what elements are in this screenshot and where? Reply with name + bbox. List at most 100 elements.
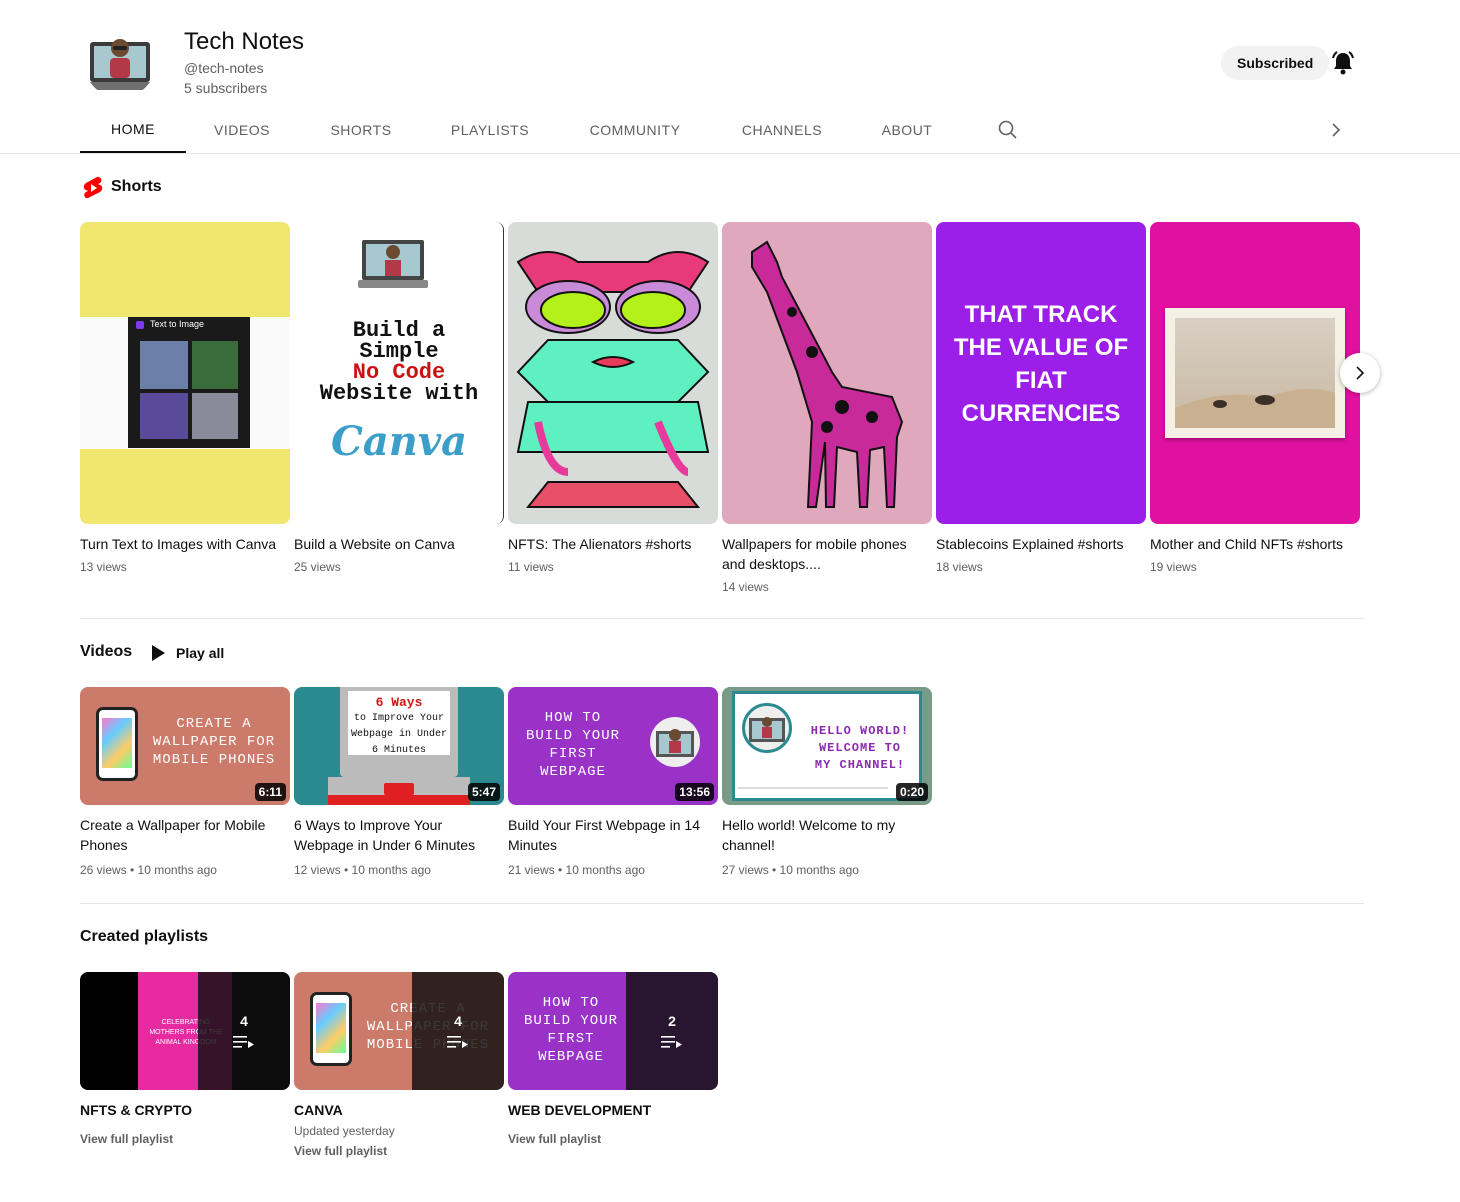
tab-community[interactable]: COMMUNITY [580, 106, 690, 154]
short-card[interactable]: Wallpapers for mobile phones and desktop… [722, 222, 932, 596]
playlist-title[interactable]: NFTS & CRYPTO [80, 1100, 290, 1120]
video-title[interactable]: 6 Ways to Improve Your Webpage in Under … [294, 815, 504, 855]
short-card[interactable]: THAT TRACK THE VALUE OF FIAT CURRENCIES … [936, 222, 1146, 576]
tab-shorts[interactable]: SHORTS [320, 106, 402, 154]
video-thumb-line: WEBPAGE [540, 764, 606, 780]
video-card[interactable]: CREATE A WALLPAPER FOR MOBILE PHONES 6:1… [80, 687, 290, 879]
tab-videos[interactable]: VIDEOS [200, 106, 284, 154]
playlist-count: 2 [668, 1013, 676, 1029]
video-meta: 26 views • 10 months ago [80, 863, 217, 877]
view-full-playlist-link[interactable]: View full playlist [80, 1132, 290, 1146]
playlist-card[interactable]: CELEBRATING MOTHERS FROM THE ANIMAL KING… [80, 972, 290, 1146]
shorts-next-button[interactable] [1340, 353, 1380, 393]
play-all-button[interactable]: Play all [150, 642, 224, 664]
short-title[interactable]: Stablecoins Explained #shorts [936, 534, 1146, 554]
videos-heading[interactable]: Videos [80, 643, 132, 661]
video-thumbnail[interactable]: 6 Ways to Improve Your Webpage in Under … [294, 687, 504, 805]
short-thumb-line: CURRENCIES [961, 400, 1121, 427]
short-card[interactable]: Build a Simple No Code Website with Canv… [294, 222, 504, 576]
subscribed-button[interactable]: Subscribed [1221, 46, 1330, 80]
short-title[interactable]: Build a Website on Canva [294, 534, 504, 554]
playlist-card[interactable]: CREATE A WALLPAPER FOR MOBILE PHONES 4 C… [294, 972, 504, 1158]
video-thumb-line: HOW TO [544, 710, 602, 726]
video-meta: 12 views • 10 months ago [294, 863, 431, 877]
video-card[interactable]: HOW TO BUILD YOUR FIRST WEBPAGE 13:56 Bu… [508, 687, 718, 879]
video-title[interactable]: Hello world! Welcome to my channel! [722, 815, 932, 855]
view-full-playlist-link[interactable]: View full playlist [508, 1132, 718, 1146]
video-duration: 6:11 [254, 783, 286, 801]
video-thumb-line: MOBILE PHONES [152, 752, 276, 768]
search-icon[interactable] [996, 118, 1020, 142]
playlist-thumbnail[interactable]: HOW TO BUILD YOUR FIRST WEBPAGE 2 [508, 972, 718, 1090]
playlist-count-overlay: 4 [198, 972, 290, 1090]
video-thumb-line: WELCOME TO [818, 741, 901, 755]
tab-channels[interactable]: CHANNELS [732, 106, 832, 154]
tab-home[interactable]: HOME [80, 106, 186, 154]
playlist-count: 4 [454, 1013, 462, 1029]
short-thumbnail[interactable] [722, 222, 932, 524]
alienator-art [516, 251, 710, 508]
video-thumbnail[interactable]: HOW TO BUILD YOUR FIRST WEBPAGE 13:56 [508, 687, 718, 805]
tabs-divider [0, 153, 1460, 154]
short-thumb-line: THAT TRACK [964, 301, 1118, 328]
short-thumbnail[interactable]: Build a Simple No Code Website with Canv… [294, 222, 504, 524]
video-meta: 21 views • 10 months ago [508, 863, 645, 877]
short-thumb-line: Website with [319, 381, 479, 406]
short-title[interactable]: Turn Text to Images with Canva [80, 534, 290, 554]
short-thumbnail[interactable] [508, 222, 718, 524]
short-thumb-line: FIAT [1015, 367, 1067, 394]
tab-playlists[interactable]: PLAYLISTS [440, 106, 540, 154]
short-card[interactable]: Mother and Child NFTs #shorts 19 views [1150, 222, 1360, 576]
video-thumb-line: MY CHANNEL! [814, 758, 906, 772]
chevron-right-icon[interactable] [1324, 118, 1348, 142]
short-title[interactable]: NFTS: The Alienators #shorts [508, 534, 718, 554]
short-thumb-line: Build a [352, 318, 446, 343]
video-thumb-line: HELLO WORLD! [810, 724, 910, 738]
video-meta: 27 views • 10 months ago [722, 863, 859, 877]
playlist-title[interactable]: CANVA [294, 1100, 504, 1120]
short-thumbnail[interactable]: THAT TRACK THE VALUE OF FIAT CURRENCIES [936, 222, 1146, 524]
video-duration: 13:56 [675, 783, 714, 801]
notification-bell-icon[interactable] [1328, 48, 1358, 78]
playlist-thumbnail[interactable]: CREATE A WALLPAPER FOR MOBILE PHONES 4 [294, 972, 504, 1090]
short-views: 13 views [80, 560, 127, 574]
video-title[interactable]: Create a Wallpaper for Mobile Phones [80, 815, 290, 855]
video-card[interactable]: 6 Ways to Improve Your Webpage in Under … [294, 687, 504, 879]
video-card[interactable]: HELLO WORLD! WELCOME TO MY CHANNEL! 0:20… [722, 687, 932, 879]
video-thumb-line: CREATE A [176, 716, 252, 732]
short-thumb-line: No Code [352, 360, 446, 385]
playlist-card[interactable]: HOW TO BUILD YOUR FIRST WEBPAGE 2 WEB DE… [508, 972, 718, 1146]
short-views: 11 views [508, 560, 554, 574]
video-title[interactable]: Build Your First Webpage in 14 Minutes [508, 815, 718, 855]
short-thumb-label: Text to Image [150, 319, 205, 329]
avatar [650, 717, 700, 767]
channel-avatar[interactable] [84, 26, 156, 98]
short-card[interactable]: Text to Image Turn Text to Images with C… [80, 222, 290, 576]
video-thumbnail[interactable]: CREATE A WALLPAPER FOR MOBILE PHONES 6:1… [80, 687, 290, 805]
video-duration: 5:47 [467, 783, 500, 801]
play-icon [152, 645, 165, 661]
subscriber-count: 5 subscribers [184, 80, 268, 96]
short-title[interactable]: Wallpapers for mobile phones and desktop… [722, 534, 932, 574]
short-thumbnail[interactable]: Text to Image [80, 222, 290, 524]
view-full-playlist-link[interactable]: View full playlist [294, 1144, 504, 1158]
short-views: 18 views [936, 560, 983, 574]
section-divider [80, 618, 1364, 619]
tab-about[interactable]: ABOUT [876, 106, 938, 154]
video-thumbnail[interactable]: HELLO WORLD! WELCOME TO MY CHANNEL! 0:20 [722, 687, 932, 805]
video-thumb-line: Webpage in Under [350, 729, 447, 740]
short-title[interactable]: Mother and Child NFTs #shorts [1150, 534, 1360, 554]
short-thumb-line: THE VALUE OF [953, 334, 1129, 361]
channel-handle: @tech-notes [184, 60, 264, 76]
channel-tabs: HOME VIDEOS SHORTS PLAYLISTS COMMUNITY C… [80, 106, 1360, 154]
short-card[interactable]: NFTS: The Alienators #shorts 11 views [508, 222, 718, 576]
section-divider [80, 903, 1364, 904]
short-thumbnail[interactable] [1150, 222, 1360, 524]
canva-logo: Canva [331, 418, 467, 465]
short-views: 19 views [1150, 560, 1197, 574]
playlist-thumbnail[interactable]: CELEBRATING MOTHERS FROM THE ANIMAL KING… [80, 972, 290, 1090]
playlist-title[interactable]: WEB DEVELOPMENT [508, 1100, 718, 1120]
shorts-heading: Shorts [111, 178, 162, 195]
video-thumb-line: WALLPAPER FOR [152, 734, 276, 750]
channel-header: Tech Notes @tech-notes 5 subscribers Sub… [80, 22, 1380, 102]
